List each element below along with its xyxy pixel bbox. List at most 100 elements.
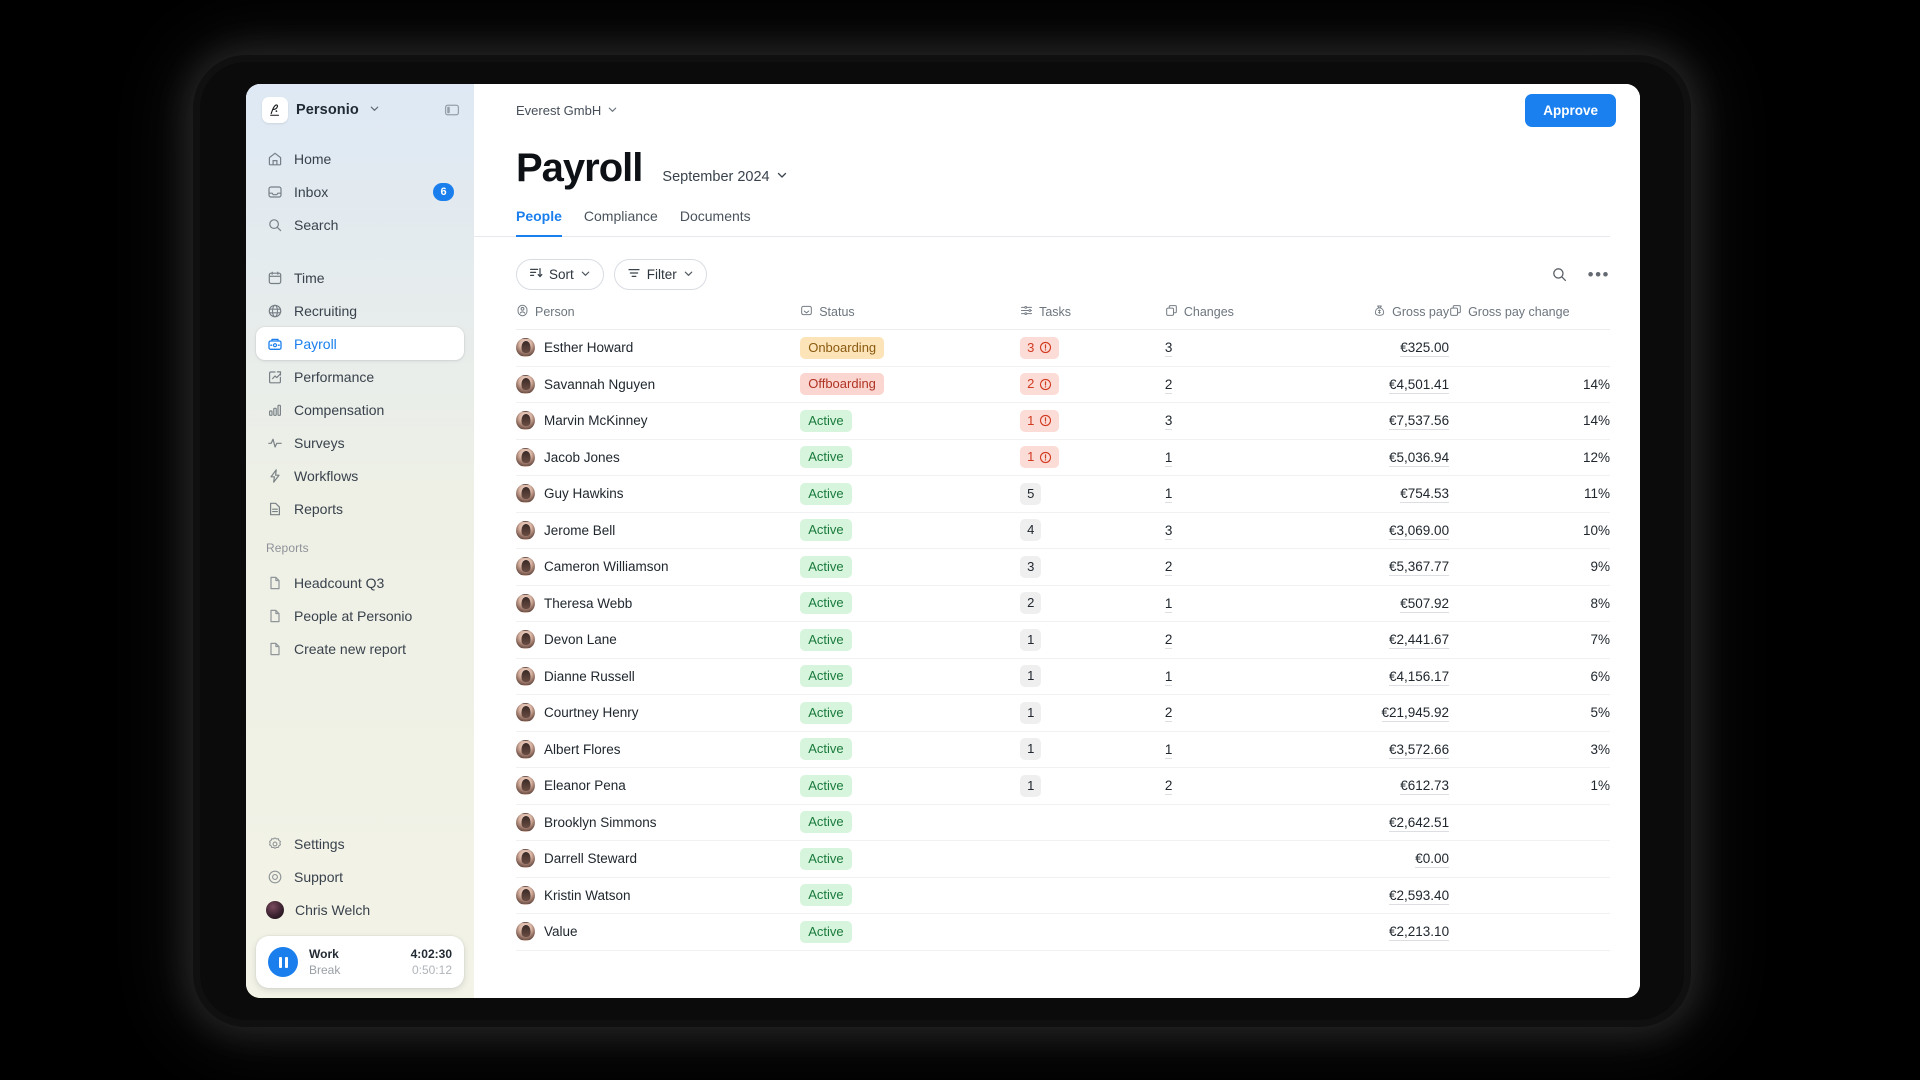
tasks-badge[interactable]: 1 xyxy=(1020,774,1042,797)
cell-person[interactable]: Jacob Jones xyxy=(516,439,801,476)
sidebar-item-search[interactable]: Search xyxy=(256,208,464,241)
tasks-badge[interactable]: 1 xyxy=(1020,665,1042,688)
cell-changes: 1 xyxy=(1164,585,1294,622)
column-header-label: Tasks xyxy=(1039,305,1072,319)
cell-gross-pay: €5,036.94 xyxy=(1293,439,1450,476)
tasks-badge[interactable]: 1 xyxy=(1020,446,1060,469)
cell-person[interactable]: Devon Lane xyxy=(516,621,801,659)
tab-people[interactable]: People xyxy=(516,208,562,237)
panel-toggle-icon[interactable] xyxy=(444,102,460,118)
sidebar-item-people-at-personio[interactable]: People at Personio xyxy=(256,599,464,632)
sidebar-item-workflows[interactable]: Workflows xyxy=(256,459,464,492)
sidebar-item-create-new-report[interactable]: Create new report xyxy=(256,632,464,665)
cell-status: Active xyxy=(800,512,1021,549)
avatar xyxy=(516,922,535,942)
time-tracking-widget[interactable]: Work 4:02:30 Break 0:50:12 xyxy=(256,936,464,988)
table-row[interactable]: Theresa Webb Active 2 1 €507.92 8% xyxy=(516,585,1610,622)
tasks-badge[interactable]: 4 xyxy=(1020,519,1042,542)
cell-person[interactable]: Marvin McKinney xyxy=(516,402,801,440)
table-row[interactable]: Savannah Nguyen Offboarding 2 2 €4,501.41 14% xyxy=(516,366,1610,403)
table-row[interactable]: Brooklyn Simmons Active €2,642.51 xyxy=(516,804,1610,841)
sidebar-item-recruiting[interactable]: Recruiting xyxy=(256,294,464,327)
tasks-count: 1 xyxy=(1027,741,1035,757)
sidebar-item-support[interactable]: Support xyxy=(256,860,464,893)
sidebar-item-user-profile[interactable]: Chris Welch xyxy=(256,893,464,926)
sidebar-item-home[interactable]: Home xyxy=(256,142,464,175)
table-row[interactable]: Courtney Henry Active 1 2 €21,945.92 5% xyxy=(516,694,1610,732)
tasks-count: 1 xyxy=(1027,668,1035,684)
tasks-badge[interactable]: 2 xyxy=(1020,592,1042,615)
tab-documents[interactable]: Documents xyxy=(680,208,751,237)
column-header-gross-pay-change[interactable]: Gross pay change xyxy=(1449,304,1610,330)
table-row[interactable]: Dianne Russell Active 1 1 €4,156.17 6% xyxy=(516,658,1610,695)
cell-person[interactable]: Dianne Russell xyxy=(516,658,801,695)
tasks-badge[interactable]: 1 xyxy=(1020,738,1042,761)
cell-person[interactable]: Theresa Webb xyxy=(516,585,801,622)
cell-person[interactable]: Savannah Nguyen xyxy=(516,366,801,403)
table-row[interactable]: Cameron Williamson Active 3 2 €5,367.77 9% xyxy=(516,548,1610,586)
sort-button[interactable]: Sort xyxy=(516,259,604,290)
cell-person[interactable]: Value xyxy=(516,913,801,951)
inbox-icon xyxy=(266,183,283,200)
table-row[interactable]: Jerome Bell Active 4 3 €3,069.00 10% xyxy=(516,512,1610,549)
cell-person[interactable]: Kristin Watson xyxy=(516,877,801,914)
cell-person[interactable]: Eleanor Pena xyxy=(516,767,801,805)
period-selector[interactable]: September 2024 xyxy=(662,169,787,185)
sidebar-item-inbox[interactable]: Inbox 6 xyxy=(256,175,464,208)
tasks-badge[interactable]: 3 xyxy=(1020,336,1060,359)
sidebar-item-time[interactable]: Time xyxy=(256,261,464,294)
cell-person[interactable]: Esther Howard xyxy=(516,329,801,367)
cell-person[interactable]: Cameron Williamson xyxy=(516,548,801,586)
avatar xyxy=(516,338,535,358)
cell-person[interactable]: Albert Flores xyxy=(516,731,801,768)
cell-person[interactable]: Jerome Bell xyxy=(516,512,801,549)
tasks-badge[interactable]: 1 xyxy=(1020,409,1060,432)
column-header-gross-pay[interactable]: Gross pay xyxy=(1293,304,1450,330)
cell-person[interactable]: Courtney Henry xyxy=(516,694,801,732)
pause-icon[interactable] xyxy=(268,947,298,977)
sidebar-item-surveys[interactable]: Surveys xyxy=(256,426,464,459)
status-badge: Active xyxy=(800,920,852,943)
approve-button[interactable]: Approve xyxy=(1525,93,1616,127)
tasks-badge[interactable]: 2 xyxy=(1020,373,1060,396)
tasks-badge[interactable]: 1 xyxy=(1020,628,1042,651)
cell-person[interactable]: Guy Hawkins xyxy=(516,475,801,513)
table-row[interactable]: Eleanor Pena Active 1 2 €612.73 1% xyxy=(516,767,1610,805)
column-header-status[interactable]: Status xyxy=(800,304,1021,330)
org-switcher[interactable]: Everest GmbH xyxy=(516,103,618,118)
table-row[interactable]: Marvin McKinney Active 1 3 €7,537.56 14% xyxy=(516,402,1610,440)
table-row[interactable]: Value Active €2,213.10 xyxy=(516,913,1610,951)
table-row[interactable]: Kristin Watson Active €2,593.40 xyxy=(516,877,1610,914)
tasks-badge[interactable]: 1 xyxy=(1020,701,1042,724)
sidebar-item-performance[interactable]: Performance xyxy=(256,360,464,393)
sidebar-item-headcount-q3[interactable]: Headcount Q3 xyxy=(256,566,464,599)
sidebar-item-settings[interactable]: Settings xyxy=(256,827,464,860)
table-row[interactable]: Devon Lane Active 1 2 €2,441.67 7% xyxy=(516,621,1610,659)
more-horizontal-icon[interactable]: ••• xyxy=(1588,266,1610,283)
table-row[interactable]: Jacob Jones Active 1 1 €5,036.94 12% xyxy=(516,439,1610,476)
sidebar-item-compensation[interactable]: Compensation xyxy=(256,393,464,426)
table-row[interactable]: Guy Hawkins Active 5 1 €754.53 11% xyxy=(516,475,1610,513)
table-row[interactable]: Albert Flores Active 1 1 €3,572.66 3% xyxy=(516,731,1610,768)
chevron-down-icon[interactable] xyxy=(369,101,380,119)
cell-status: Active xyxy=(800,402,1021,440)
tab-compliance[interactable]: Compliance xyxy=(584,208,658,237)
sidebar-item-label: Recruiting xyxy=(294,302,358,319)
tasks-badge[interactable]: 5 xyxy=(1020,482,1042,505)
column-header-tasks[interactable]: Tasks xyxy=(1020,304,1165,330)
tasks-icon xyxy=(1020,304,1033,320)
cell-gross-pay: €754.53 xyxy=(1293,475,1450,513)
cell-person[interactable]: Brooklyn Simmons xyxy=(516,804,801,841)
table-row[interactable]: Darrell Steward Active €0.00 xyxy=(516,840,1610,878)
tasks-badge[interactable]: 3 xyxy=(1020,555,1042,578)
avatar xyxy=(516,666,535,686)
cell-person[interactable]: Darrell Steward xyxy=(516,840,801,878)
filter-button[interactable]: Filter xyxy=(613,259,707,290)
cell-status: Active xyxy=(800,731,1021,768)
sidebar-item-reports[interactable]: Reports xyxy=(256,492,464,525)
table-row[interactable]: Esther Howard Onboarding 3 3 €325.00 xyxy=(516,329,1610,367)
column-header-changes[interactable]: Changes xyxy=(1164,304,1294,330)
column-header-person[interactable]: Person xyxy=(516,304,801,330)
search-icon[interactable] xyxy=(1551,266,1568,283)
sidebar-item-payroll[interactable]: Payroll xyxy=(256,327,464,360)
